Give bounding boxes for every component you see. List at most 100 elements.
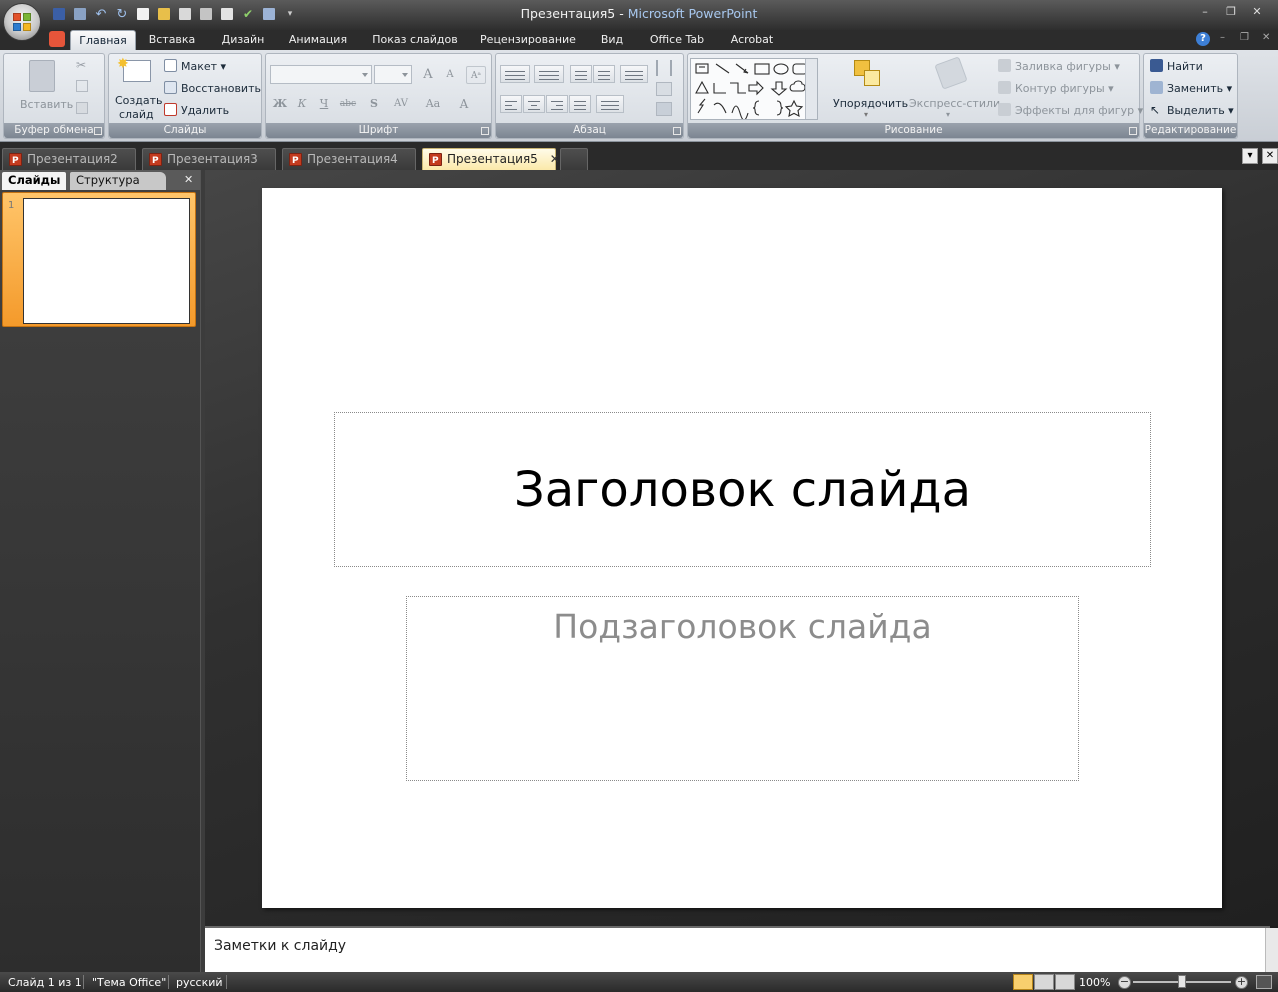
copy-icon[interactable] — [76, 80, 88, 92]
font-family-combo[interactable] — [270, 65, 372, 84]
doc-tab-presentation3[interactable]: Презентация3 — [142, 148, 276, 172]
subtitle-placeholder[interactable]: Подзаголовок слайда — [406, 596, 1079, 781]
tab-list-button[interactable]: ▾ — [1242, 148, 1258, 164]
slide-canvas[interactable]: Заголовок слайда Подзаголовок слайда — [262, 188, 1222, 908]
new-document-button[interactable] — [134, 5, 152, 23]
zoom-out-button[interactable]: − — [1118, 976, 1131, 989]
grow-font-button[interactable]: A — [418, 66, 438, 84]
minimize-button[interactable]: – — [1198, 5, 1212, 18]
new-tab-button[interactable] — [560, 148, 588, 170]
help-button[interactable]: ? — [1196, 32, 1210, 46]
spelling-button[interactable]: ✔ — [239, 5, 257, 23]
layout-button[interactable]: Макет ▾ — [164, 59, 226, 73]
tab-insert[interactable]: Вставка — [143, 30, 201, 50]
office-button[interactable] — [3, 3, 41, 41]
close-all-tabs-button[interactable]: ✕ — [1262, 148, 1278, 164]
tab-outline[interactable]: Структура — [70, 172, 166, 190]
bullets-button[interactable] — [500, 65, 530, 83]
reset-button[interactable]: Восстановить — [164, 81, 261, 95]
extra-tool-button[interactable] — [260, 5, 278, 23]
redo-button[interactable]: ↻ — [113, 5, 131, 23]
change-case-button[interactable]: Aa — [420, 95, 446, 113]
paragraph-dialog-launcher[interactable] — [673, 127, 681, 135]
zoom-in-button[interactable]: + — [1235, 976, 1248, 989]
tab-animation[interactable]: Анимация — [282, 30, 354, 50]
doc-restore-button[interactable]: ❐ — [1240, 32, 1249, 43]
decrease-indent-button[interactable] — [570, 65, 592, 83]
clipboard-dialog-launcher[interactable] — [94, 127, 102, 135]
text-direction-icon[interactable] — [656, 60, 672, 76]
shapes-gallery[interactable] — [690, 58, 818, 120]
slide-thumbnail[interactable] — [23, 198, 190, 324]
format-painter-icon[interactable] — [76, 102, 88, 114]
slide-sorter-view-icon[interactable] — [1034, 974, 1054, 990]
shape-fill-button[interactable]: Заливка фигуры ▾ — [998, 59, 1120, 73]
language-indicator[interactable]: русский — [176, 976, 223, 989]
paste-button[interactable]: Вставить — [12, 58, 73, 118]
shrink-font-button[interactable]: A — [440, 66, 460, 84]
doc-minimize-button[interactable]: – — [1220, 32, 1225, 43]
doc-tab-presentation2[interactable]: Презентация2 — [2, 148, 136, 172]
gallery-scrollbar[interactable] — [805, 59, 817, 119]
replace-button[interactable]: Заменить ▾ — [1150, 81, 1232, 95]
tab-review[interactable]: Рецензирование — [476, 30, 580, 50]
tab-office-tab[interactable]: Office Tab — [643, 30, 711, 50]
app-mini-icon[interactable] — [49, 31, 65, 47]
char-spacing-button[interactable]: AV — [388, 95, 414, 113]
justify-button[interactable] — [569, 95, 591, 113]
save-button[interactable] — [50, 5, 68, 23]
arrange-button[interactable]: Упорядочить ▾ — [828, 58, 908, 122]
print-preview-button[interactable] — [71, 5, 89, 23]
shadow-button[interactable]: S — [364, 95, 384, 113]
new-slide-button[interactable]: ✸ Создать слайд — [113, 56, 163, 122]
font-color-button[interactable]: A — [454, 95, 474, 113]
shape-outline-button[interactable]: Контур фигуры ▾ — [998, 81, 1114, 95]
close-tab-icon[interactable]: ✕ — [550, 152, 560, 166]
align-center-button[interactable] — [523, 95, 545, 113]
restore-button[interactable]: ❐ — [1224, 5, 1238, 18]
columns-button[interactable] — [596, 95, 624, 113]
zoom-level[interactable]: 100% — [1079, 976, 1110, 989]
zoom-slider-thumb[interactable] — [1178, 975, 1186, 988]
strikethrough-button[interactable]: abc — [338, 95, 358, 113]
drawing-dialog-launcher[interactable] — [1129, 127, 1137, 135]
tab-view[interactable]: Вид — [594, 30, 630, 50]
tab-slideshow[interactable]: Показ слайдов — [366, 30, 464, 50]
find-button[interactable]: Найти — [1150, 59, 1203, 73]
doc-close-button[interactable]: ✕ — [1262, 32, 1270, 43]
doc-tab-presentation5[interactable]: Презентация5 ✕ — [422, 148, 560, 172]
undo-button[interactable]: ↶ — [92, 5, 110, 23]
preview-button[interactable] — [218, 5, 236, 23]
close-button[interactable]: ✕ — [1250, 5, 1264, 18]
notes-pane[interactable]: Заметки к слайду — [205, 926, 1270, 972]
align-left-button[interactable] — [500, 95, 522, 113]
italic-button[interactable]: К — [292, 95, 312, 113]
clear-format-button[interactable]: Aᵃ — [466, 66, 486, 84]
font-dialog-launcher[interactable] — [481, 127, 489, 135]
font-size-combo[interactable] — [374, 65, 412, 84]
slideshow-view-icon[interactable] — [1055, 974, 1075, 990]
normal-view-icon[interactable] — [1013, 974, 1033, 990]
open-button[interactable] — [155, 5, 173, 23]
customize-qat-button[interactable]: ▾ — [281, 5, 299, 23]
tab-home[interactable]: Главная — [70, 30, 136, 50]
shape-effects-button[interactable]: Эффекты для фигур ▾ — [998, 103, 1143, 117]
line-spacing-button[interactable] — [620, 65, 648, 83]
align-text-icon[interactable] — [656, 82, 672, 96]
delete-button[interactable]: Удалить — [164, 103, 229, 117]
align-right-button[interactable] — [546, 95, 568, 113]
close-pane-icon[interactable]: ✕ — [184, 173, 193, 186]
quick-print-button[interactable] — [197, 5, 215, 23]
increase-indent-button[interactable] — [593, 65, 615, 83]
tab-slides[interactable]: Слайды — [2, 172, 67, 190]
select-button[interactable]: ↖ Выделить ▾ — [1150, 103, 1234, 117]
tab-design[interactable]: Дизайн — [215, 30, 271, 50]
cut-icon[interactable]: ✂ — [76, 58, 86, 72]
theme-name[interactable]: "Тема Office" — [92, 976, 166, 989]
quick-styles-button[interactable]: Экспресс-стили ▾ — [906, 56, 1000, 122]
fit-to-window-icon[interactable] — [1256, 975, 1272, 989]
bold-button[interactable]: Ж — [270, 95, 290, 113]
title-placeholder[interactable]: Заголовок слайда — [334, 412, 1151, 567]
notes-scrollbar[interactable] — [1265, 928, 1278, 972]
pdf-button[interactable] — [176, 5, 194, 23]
